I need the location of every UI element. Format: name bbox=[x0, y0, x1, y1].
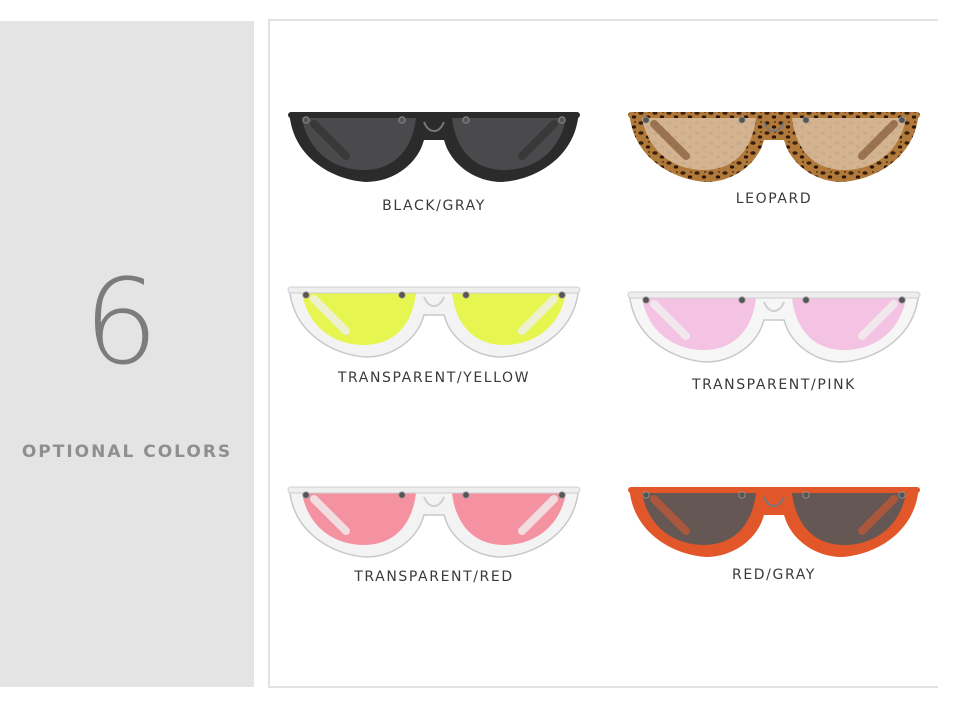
sunglasses-transparent-red-image bbox=[287, 486, 581, 558]
sunglasses-item: TRANSPARENT/YELLOW bbox=[284, 275, 584, 425]
sunglasses-black-gray-image bbox=[288, 112, 580, 182]
sunglasses-item: BLACK/GRAY bbox=[284, 100, 584, 250]
sunglasses-item: TRANSPARENT/RED bbox=[284, 475, 584, 625]
optional-colors-label: OPTIONAL COLORS bbox=[21, 442, 233, 462]
color-label: BLACK/GRAY bbox=[382, 198, 486, 214]
side-panel: 6 OPTIONAL COLORS bbox=[0, 21, 254, 687]
color-label: RED/GRAY bbox=[732, 567, 816, 583]
sunglasses-transparent-pink-image bbox=[627, 291, 921, 363]
color-label: TRANSPARENT/YELLOW bbox=[337, 370, 531, 386]
sunglasses-item: LEOPARD bbox=[624, 100, 924, 250]
sunglasses-item: TRANSPARENT/PINK bbox=[624, 280, 924, 430]
sunglasses-red-gray-image bbox=[628, 487, 920, 557]
sunglasses-transparent-yellow-image bbox=[287, 286, 581, 358]
color-label: TRANSPARENT/PINK bbox=[692, 377, 856, 393]
sunglasses-item: RED/GRAY bbox=[624, 475, 924, 625]
color-label: LEOPARD bbox=[735, 191, 813, 207]
color-label: TRANSPARENT/RED bbox=[354, 569, 514, 585]
sunglasses-leopard-image bbox=[628, 112, 920, 182]
color-count: 6 bbox=[83, 253, 159, 391]
